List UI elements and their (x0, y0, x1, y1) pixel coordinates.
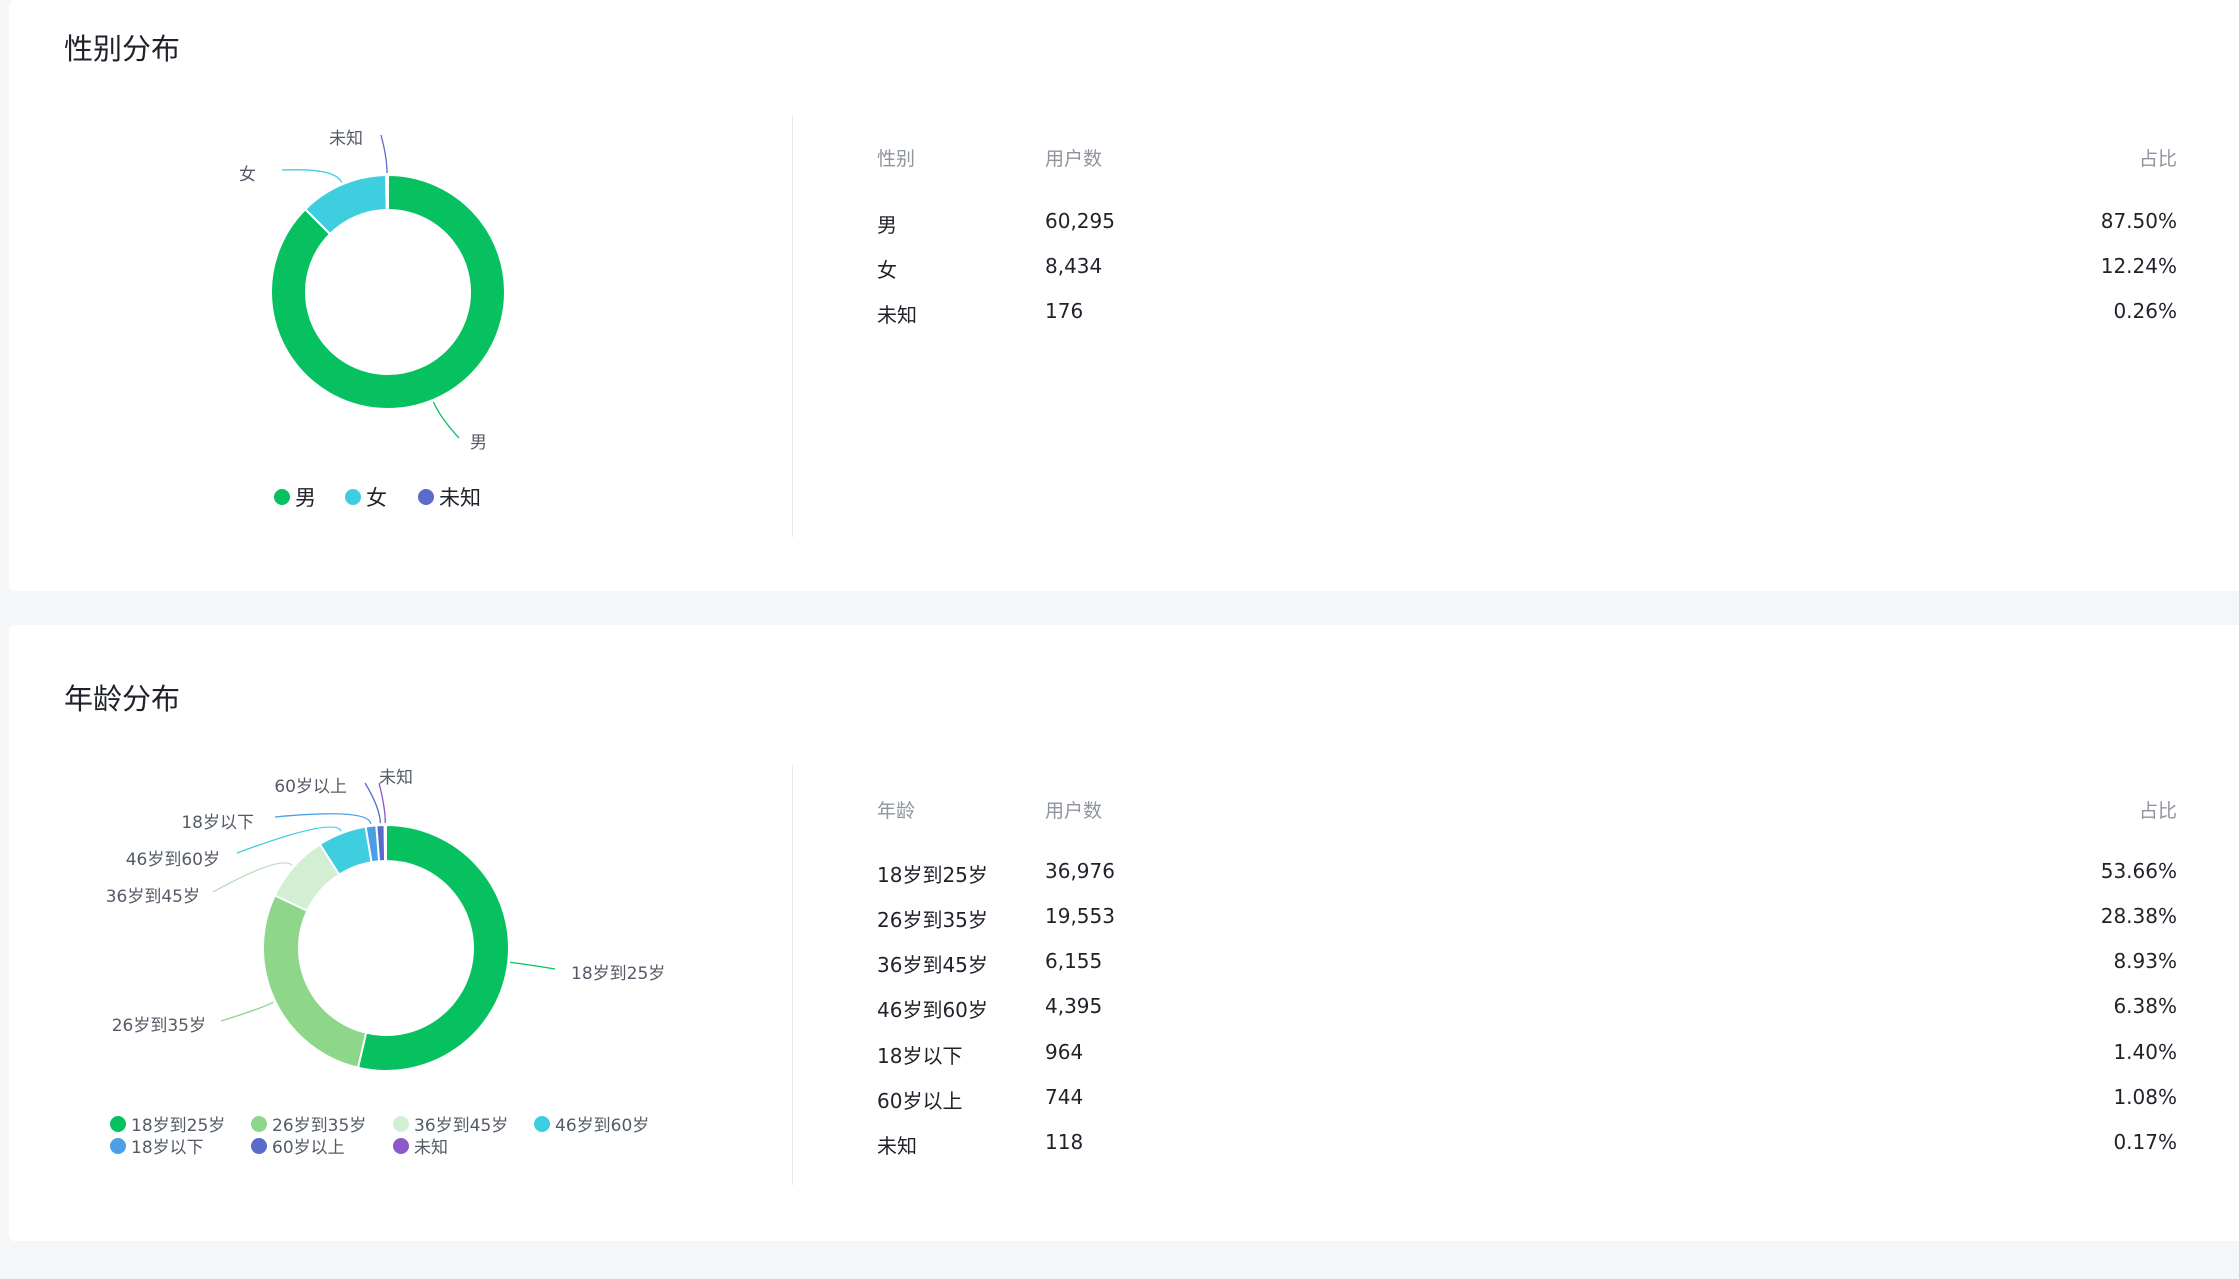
row-percentage: 12.24% (2100, 254, 2177, 278)
row-count: 36,976 (1045, 859, 1115, 883)
slice-label: 未知 (379, 768, 413, 788)
table-row: 女 8,434 12.24% (877, 254, 2177, 284)
legend-dot (251, 1137, 267, 1154)
table-row: 18岁到25岁 36,976 53.66% (877, 859, 2177, 889)
legend-dot-male (274, 489, 290, 505)
table-row: 未知 118 0.17% (877, 1130, 2177, 1160)
slice-label: 26岁到35岁 (112, 1016, 206, 1036)
table-row: 18岁以下 964 1.40% (877, 1040, 2177, 1070)
row-label: 60岁以上 (877, 1089, 963, 1113)
slice-label: 18岁以下 (181, 813, 254, 833)
row-count: 118 (1045, 1130, 1084, 1154)
header-percentage: 占比 (2138, 800, 2177, 822)
donut-slice[interactable] (262, 894, 368, 1069)
table-header-row: 年龄 用户数 占比 (877, 796, 2177, 826)
table-header-row: 性别 用户数 占比 (877, 144, 2177, 174)
row-percentage: 1.40% (2113, 1040, 2177, 1064)
slice-leader-line (510, 961, 556, 970)
slice-label: 46岁到60岁 (126, 850, 220, 870)
donut-slice[interactable] (383, 823, 387, 863)
legend-dot (251, 1115, 267, 1132)
row-percentage: 53.66% (2100, 859, 2177, 883)
legend-item-unknown[interactable]: 未知 (393, 1133, 448, 1158)
table-row: 60岁以上 744 1.08% (877, 1085, 2177, 1115)
legend-item-female[interactable]: 女 (345, 482, 387, 512)
legend-dot (110, 1137, 126, 1154)
header-user-count: 用户数 (1045, 800, 1103, 822)
legend-label-unknown: 未知 (439, 486, 481, 510)
slice-label: 60岁以上 (274, 777, 347, 797)
row-percentage: 6.38% (2113, 994, 2177, 1018)
row-count: 744 (1045, 1085, 1084, 1109)
row-count: 8,434 (1045, 254, 1103, 278)
slice-leader-line (364, 782, 382, 824)
row-count: 176 (1045, 299, 1084, 323)
legend-label-male: 男 (295, 486, 316, 510)
table-row: 46岁到60岁 4,395 6.38% (877, 994, 2177, 1024)
row-label: 18岁以下 (877, 1044, 963, 1068)
slice-label: 36岁到45岁 (106, 887, 200, 907)
legend-item-over-60[interactable]: 60岁以上 (251, 1133, 345, 1158)
section-divider (792, 115, 793, 537)
slice-leader-line (220, 1001, 274, 1022)
header-percentage: 占比 (2138, 148, 2177, 170)
legend-item-unknown[interactable]: 未知 (418, 482, 481, 512)
legend-dot (110, 1115, 126, 1132)
table-row: 未知 176 0.26% (877, 299, 2177, 329)
gender-distribution-card: 性别分布 男女未知 男 女 未知 性别 用户数 占比 男 60,295 87.5… (9, 0, 2239, 591)
row-label: 女 (877, 258, 897, 282)
slice-leader-line (432, 401, 460, 439)
header-age: 年龄 (877, 800, 916, 822)
row-label: 未知 (877, 1134, 917, 1158)
row-label: 男 (877, 213, 897, 237)
row-count: 4,395 (1045, 994, 1103, 1018)
donut-slice[interactable] (385, 173, 389, 212)
row-label: 18岁到25岁 (877, 863, 988, 887)
row-count: 19,553 (1045, 904, 1115, 928)
legend-label: 18岁以下 (131, 1138, 204, 1158)
legend-item-46-60[interactable]: 46岁到60岁 (534, 1111, 649, 1136)
legend-label: 46岁到60岁 (555, 1116, 650, 1136)
row-percentage: 1.08% (2113, 1085, 2177, 1109)
age-distribution-card: 年龄分布 18岁到25岁 26岁到35岁 36岁到45岁 46岁到60岁 18岁以下 60… (9, 625, 2239, 1241)
slice-label: 男 (470, 433, 487, 453)
table-row: 26岁到35岁 19,553 28.38% (877, 904, 2177, 934)
legend-label: 未知 (414, 1138, 448, 1158)
row-percentage: 0.17% (2113, 1130, 2177, 1154)
slice-leader-line (380, 134, 388, 174)
slice-leader-line (281, 169, 343, 183)
slice-label: 女 (239, 165, 256, 185)
table-row: 男 60,295 87.50% (877, 209, 2177, 239)
row-count: 964 (1045, 1040, 1084, 1064)
legend-label: 60岁以上 (272, 1138, 345, 1158)
row-label: 46岁到60岁 (877, 998, 988, 1022)
row-label: 36岁到45岁 (877, 953, 988, 977)
slice-label: 18岁到25岁 (571, 964, 665, 984)
row-count: 6,155 (1045, 949, 1103, 973)
legend-dot (393, 1137, 409, 1154)
row-percentage: 0.26% (2113, 299, 2177, 323)
legend-dot (393, 1115, 409, 1132)
slice-label: 未知 (329, 129, 363, 149)
slice-leader-line (274, 813, 372, 825)
legend-dot (534, 1115, 550, 1132)
legend-dot-unknown (418, 489, 434, 505)
table-row: 36岁到45岁 6,155 8.93% (877, 949, 2177, 979)
legend-dot-female (345, 489, 361, 505)
legend-item-under-18[interactable]: 18岁以下 (110, 1133, 204, 1158)
row-percentage: 28.38% (2100, 904, 2177, 928)
header-user-count: 用户数 (1045, 148, 1103, 170)
row-count: 60,295 (1045, 209, 1115, 233)
row-label: 26岁到35岁 (877, 908, 988, 932)
row-percentage: 87.50% (2100, 209, 2177, 233)
gender-donut-chart: 男 女 未知 (239, 129, 506, 453)
legend-item-male[interactable]: 男 (274, 482, 316, 512)
row-percentage: 8.93% (2113, 949, 2177, 973)
header-gender: 性别 (877, 148, 916, 170)
section-divider (792, 765, 793, 1185)
row-label: 未知 (877, 303, 917, 327)
legend-label-female: 女 (366, 486, 387, 510)
